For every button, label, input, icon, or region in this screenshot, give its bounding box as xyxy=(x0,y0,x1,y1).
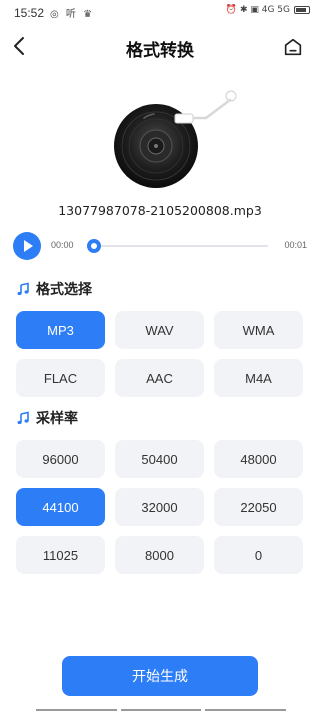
rate-section-label: 采样率 xyxy=(36,411,78,427)
music-note-icon xyxy=(17,411,29,425)
divider-segment xyxy=(120,709,202,711)
page-title: 格式转换 xyxy=(126,41,194,61)
rate-option-32000[interactable]: 32000 xyxy=(115,488,204,526)
file-name: 13077987078-2105200808.mp3 xyxy=(58,203,262,218)
format-options: MP3 WAV WMA FLAC AAC M4A xyxy=(16,311,304,397)
format-option-wma[interactable]: WMA xyxy=(214,311,303,349)
rate-option-50400[interactable]: 50400 xyxy=(115,440,204,478)
rate-option-8000[interactable]: 8000 xyxy=(115,536,204,574)
bottom-divider xyxy=(36,709,287,711)
home-icon[interactable] xyxy=(282,36,304,58)
play-button[interactable] xyxy=(13,232,41,260)
status-time: 15:52 xyxy=(14,6,45,20)
rate-option-22050[interactable]: 22050 xyxy=(214,488,303,526)
nav-bar: 格式转换 xyxy=(0,30,320,66)
format-option-m4a[interactable]: M4A xyxy=(214,359,303,397)
progress-thumb[interactable] xyxy=(87,239,101,253)
format-option-wav[interactable]: WAV xyxy=(115,311,204,349)
rate-option-11025[interactable]: 11025 xyxy=(16,536,105,574)
rate-option-0[interactable]: 0 xyxy=(214,536,303,574)
rate-option-48000[interactable]: 48000 xyxy=(214,440,303,478)
music-note-icon xyxy=(17,282,29,296)
rate-option-44100[interactable]: 44100 xyxy=(16,488,105,526)
rate-option-96000[interactable]: 96000 xyxy=(16,440,105,478)
status-bar: 15:52 ◎ 听 ♛ ⏰ ✱ ▣ 4G 5G xyxy=(0,0,320,26)
rate-options: 96000 50400 48000 44100 32000 22050 1102… xyxy=(16,440,304,574)
divider-segment xyxy=(36,709,117,711)
format-section-title: 格式选择 xyxy=(16,279,92,299)
format-option-mp3[interactable]: MP3 xyxy=(16,311,105,349)
vinyl-record-icon xyxy=(114,90,237,188)
audio-player: 00:00 00:01 xyxy=(0,232,320,260)
status-left-icons: ◎ 听 ♛ xyxy=(50,9,95,20)
format-option-flac[interactable]: FLAC xyxy=(16,359,105,397)
total-time: 00:01 xyxy=(284,240,307,250)
rate-section-title: 采样率 xyxy=(16,408,78,428)
divider-segment xyxy=(205,709,287,711)
format-option-aac[interactable]: AAC xyxy=(115,359,204,397)
format-section-label: 格式选择 xyxy=(36,282,92,298)
current-time: 00:00 xyxy=(51,240,74,250)
start-generate-button[interactable]: 开始生成 xyxy=(62,656,258,696)
progress-track[interactable] xyxy=(94,245,268,247)
battery-icon xyxy=(294,6,310,14)
status-right-icons: ⏰ ✱ ▣ 4G 5G xyxy=(226,5,310,15)
status-indicators: ⏰ ✱ ▣ 4G 5G xyxy=(225,5,290,15)
